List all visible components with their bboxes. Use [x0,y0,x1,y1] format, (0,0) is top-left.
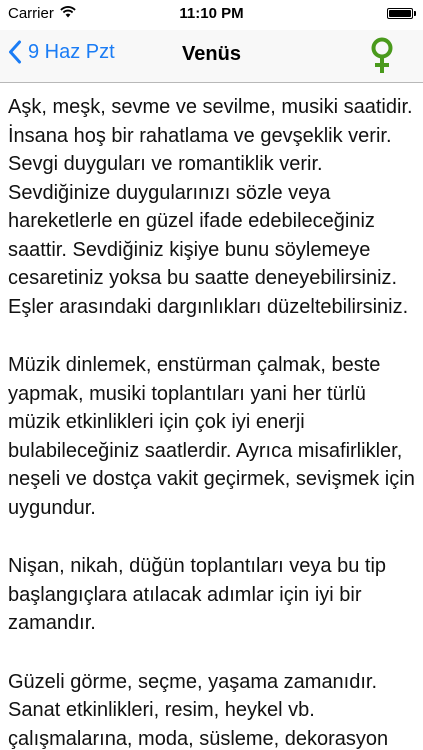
paragraph-1: Aşk, meşk, sevme ve sevilme, musiki saat… [8,96,413,318]
content-body[interactable]: Aşk, meşk, sevme ve sevilme, musiki saat… [0,83,423,750]
status-time: 11:10 PM [179,5,244,22]
navigation-bar: 9 Haz Pzt Venüs [0,30,423,83]
paragraph-4: Güzeli görme, seçme, yaşama zamanıdır. S… [8,670,389,750]
status-bar: Carrier 11:10 PM [0,0,423,30]
paragraph-3: Nişan, nikah, düğün toplantıları veya bu… [8,555,387,634]
page-title: Venüs [182,43,241,65]
paragraph-2: Müzik dinlemek, enstürman çalmak, beste … [8,354,415,519]
battery-fill [389,10,411,17]
venus-symbol-icon[interactable] [367,36,397,76]
battery-tip [413,11,416,16]
battery-icon [387,8,416,19]
